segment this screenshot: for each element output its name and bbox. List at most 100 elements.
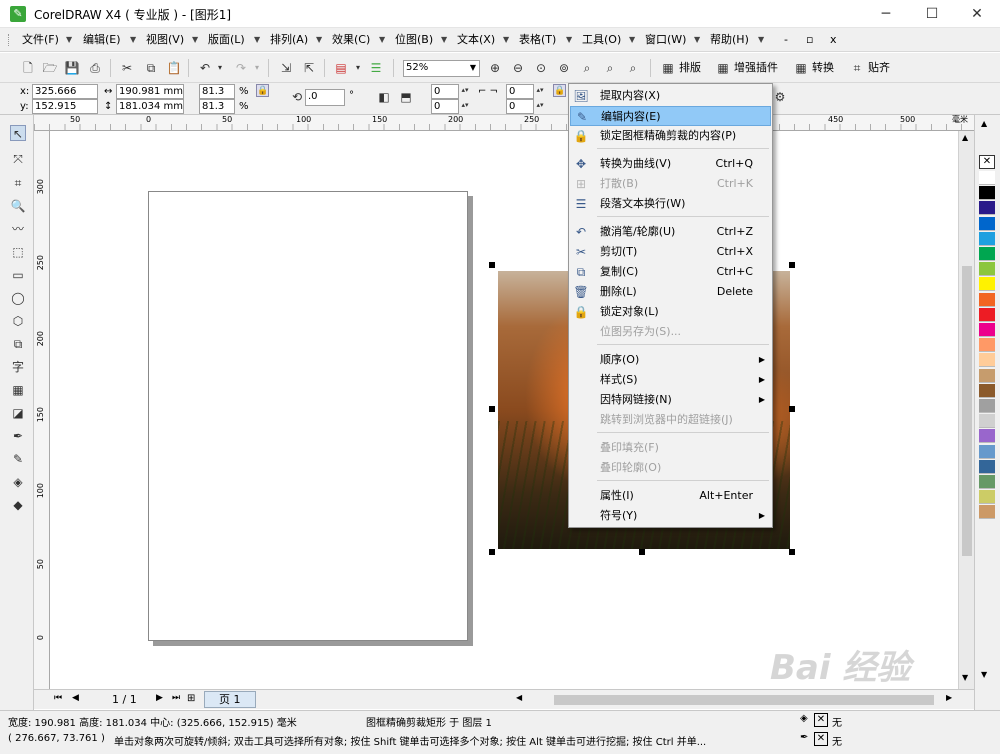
open-folder-icon[interactable]: 🗁 xyxy=(42,60,58,76)
chevron-down-icon[interactable]: ▾ xyxy=(249,60,265,76)
context-menu-item[interactable]: ↶ 撤消笔/轮廓(U) Ctrl+Z xyxy=(570,222,771,242)
color-swatch[interactable] xyxy=(979,414,995,429)
interactive-fill-tool-icon[interactable]: ◆ xyxy=(10,497,26,513)
close-button[interactable]: ✕ xyxy=(954,0,1000,28)
selection-handle[interactable] xyxy=(789,262,795,268)
color-swatch[interactable] xyxy=(979,368,995,383)
context-menu-item[interactable]: 属性(I) Alt+Enter xyxy=(570,486,771,506)
mirror-horizontal-icon[interactable]: ◧ xyxy=(376,89,392,105)
export-icon[interactable]: ⇱ xyxy=(301,60,317,76)
zoom-page-icon[interactable]: ⌕ xyxy=(579,60,595,76)
new-document-icon[interactable]: 🗋 xyxy=(20,60,36,76)
color-swatch[interactable] xyxy=(979,505,995,520)
layout-plugin-button[interactable]: 排版 xyxy=(679,60,701,76)
color-swatch[interactable] xyxy=(979,307,995,322)
menu-file[interactable]: 文件(F) xyxy=(22,32,59,48)
mdi-minimize-button[interactable]: - xyxy=(784,32,788,48)
scroll-left-icon[interactable]: ◀ xyxy=(516,693,522,702)
snap-to-button[interactable]: 贴齐 xyxy=(868,60,890,76)
scrollbar-thumb[interactable] xyxy=(962,266,972,556)
menu-help[interactable]: 帮助(H) xyxy=(710,32,749,48)
zoom-selected-icon[interactable]: ⊙ xyxy=(533,60,549,76)
corner-bottom-right-input[interactable]: 0 xyxy=(506,99,534,114)
zoom-width-icon[interactable]: ⌕ xyxy=(602,60,618,76)
context-menu-item[interactable]: 🗑 删除(L) Delete xyxy=(570,282,771,302)
mdi-close-button[interactable]: x xyxy=(830,32,837,48)
import-icon[interactable]: ⇲ xyxy=(278,60,294,76)
vertical-ruler[interactable]: 300 250 200 150 100 50 0 xyxy=(34,131,50,689)
selection-handle[interactable] xyxy=(789,549,795,555)
selection-handle[interactable] xyxy=(789,406,795,412)
pick-tool-icon[interactable]: ↖ xyxy=(10,125,26,141)
context-menu-item[interactable]: ⧉ 复制(C) Ctrl+C xyxy=(570,262,771,282)
color-swatch[interactable] xyxy=(979,186,995,201)
outline-tool-icon[interactable]: ✎ xyxy=(10,451,26,467)
context-menu-item[interactable]: 🖼 提取内容(X) xyxy=(570,86,771,106)
color-swatch[interactable] xyxy=(979,399,995,413)
color-swatch[interactable] xyxy=(979,262,995,277)
spinner-icon[interactable]: ▴▾ xyxy=(535,84,545,97)
app-launcher-icon[interactable]: ▤ xyxy=(333,60,349,76)
context-menu-item[interactable]: 🔒 锁定图框精确剪裁的内容(P) xyxy=(570,126,771,146)
prev-page-icon[interactable]: ◀ xyxy=(72,693,79,703)
height-input[interactable]: 181.034 mm xyxy=(116,99,184,114)
context-menu-item[interactable]: 🔒 锁定对象(L) xyxy=(570,302,771,322)
menu-effects[interactable]: 效果(C) xyxy=(332,32,370,48)
color-swatch[interactable] xyxy=(979,353,995,368)
spinner-icon[interactable]: ▴▾ xyxy=(535,99,545,112)
color-swatch[interactable] xyxy=(979,338,995,353)
selection-handle[interactable] xyxy=(489,262,495,268)
shape-tool-icon[interactable]: ⤧ xyxy=(10,151,26,167)
document-page[interactable] xyxy=(148,191,468,641)
spinner-icon[interactable]: ▴▾ xyxy=(460,84,470,97)
selection-handle[interactable] xyxy=(489,549,495,555)
zoom-out-icon[interactable]: ⊖ xyxy=(510,60,526,76)
context-menu-item[interactable]: ☰ 段落文本换行(W) xyxy=(570,194,771,214)
color-swatch[interactable] xyxy=(979,277,995,292)
menu-table[interactable]: 表格(T) xyxy=(519,32,556,48)
x-position-input[interactable]: 325.666 mm xyxy=(32,84,98,110)
color-swatch[interactable] xyxy=(979,231,995,246)
width-input[interactable]: 190.981 mm xyxy=(116,84,184,99)
rectangle-tool-icon[interactable]: ▭ xyxy=(10,267,26,283)
zoom-in-icon[interactable]: ⊕ xyxy=(487,60,503,76)
lock-corners-icon[interactable]: 🔒 xyxy=(553,84,566,97)
scroll-down-icon[interactable]: ▼ xyxy=(962,673,968,682)
welcome-screen-icon[interactable]: ☰ xyxy=(368,60,384,76)
text-tool-icon[interactable]: 字 xyxy=(10,359,26,375)
color-swatch[interactable] xyxy=(979,383,995,398)
no-color-swatch[interactable]: ✕ xyxy=(979,155,995,169)
rotation-angle-input[interactable]: .0 xyxy=(305,89,345,106)
scale-x-input[interactable]: 81.3 xyxy=(199,84,235,99)
basic-shapes-tool-icon[interactable]: ⧉ xyxy=(10,336,26,352)
next-page-icon[interactable]: ▶ xyxy=(156,693,163,703)
context-menu-item[interactable]: 样式(S) ▶ xyxy=(570,370,771,390)
context-menu-item[interactable]: 因特网链接(N) ▶ xyxy=(570,390,771,410)
color-swatch[interactable] xyxy=(979,292,995,307)
menu-arrange[interactable]: 排列(A) xyxy=(270,32,308,48)
mdi-restore-button[interactable]: ▫ xyxy=(806,32,813,48)
polygon-tool-icon[interactable]: ⬡ xyxy=(10,313,26,329)
save-icon[interactable]: 💾 xyxy=(64,60,80,76)
menu-view[interactable]: 视图(V) xyxy=(146,32,184,48)
color-swatch[interactable] xyxy=(979,323,995,337)
zoom-level-select[interactable]: 52% ▼ xyxy=(403,60,480,77)
page-tab[interactable]: 页 1 xyxy=(204,691,256,708)
copy-icon[interactable]: ⧉ xyxy=(143,60,159,76)
context-menu-item[interactable]: ✥ 转换为曲线(V) Ctrl+Q xyxy=(570,154,771,174)
color-swatch[interactable] xyxy=(979,216,995,231)
menu-text[interactable]: 文本(X) xyxy=(457,32,495,48)
context-menu-item[interactable]: 符号(Y) ▶ xyxy=(570,506,771,526)
lock-ratio-icon[interactable]: 🔒 xyxy=(256,84,269,97)
drawing-canvas[interactable] xyxy=(50,131,958,689)
scroll-up-icon[interactable]: ▲ xyxy=(962,133,968,142)
menu-bitmaps[interactable]: 位图(B) xyxy=(395,32,433,48)
zoom-tool-icon[interactable]: 🔍 xyxy=(10,198,26,214)
crop-tool-icon[interactable]: ⌗ xyxy=(10,175,26,191)
color-swatch[interactable] xyxy=(979,490,995,505)
menu-layout[interactable]: 版面(L) xyxy=(208,32,245,48)
scale-y-input[interactable]: 81.3 xyxy=(199,99,235,114)
freehand-tool-icon[interactable]: 〰 xyxy=(10,221,26,237)
chevron-down-icon[interactable]: ▾ xyxy=(350,60,366,76)
context-menu-item[interactable]: ✂ 剪切(T) Ctrl+X xyxy=(570,242,771,262)
